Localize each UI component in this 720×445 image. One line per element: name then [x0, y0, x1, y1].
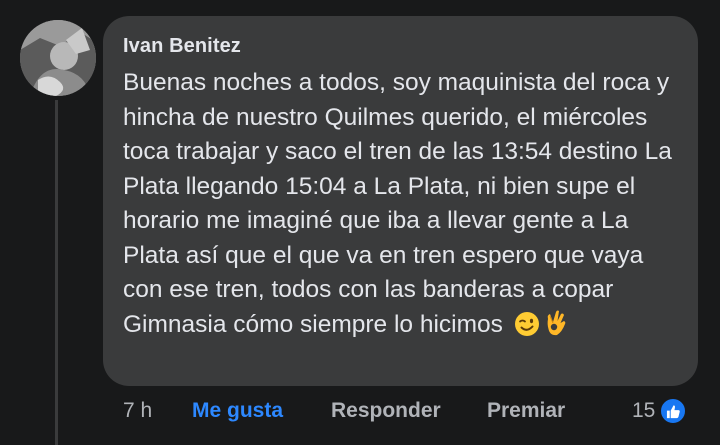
- comment-text: Buenas noches a todos, soy maquinista de…: [123, 69, 672, 338]
- comment-bubble: Ivan Benitez Buenas noches a todos, soy …: [103, 16, 698, 386]
- comment-actions: 7 h Me gusta Responder Premiar 15: [0, 397, 720, 427]
- comment-time[interactable]: 7 h: [123, 397, 152, 425]
- avatar[interactable]: [20, 20, 96, 96]
- reaction-count: 15: [632, 399, 656, 422]
- thumbs-up-icon: [659, 397, 688, 425]
- reaction-summary[interactable]: 15: [632, 397, 688, 425]
- ok-hand-icon: [544, 309, 568, 348]
- profile-photo: [20, 20, 96, 96]
- thread-line: [55, 100, 58, 445]
- comment-body: Buenas noches a todos, soy maquinista de…: [123, 66, 678, 347]
- winking-face-icon: [514, 311, 540, 348]
- comment-author[interactable]: Ivan Benitez: [123, 34, 678, 58]
- like-button[interactable]: Me gusta: [192, 397, 283, 425]
- award-button[interactable]: Premiar: [487, 397, 565, 425]
- reply-button[interactable]: Responder: [331, 397, 441, 425]
